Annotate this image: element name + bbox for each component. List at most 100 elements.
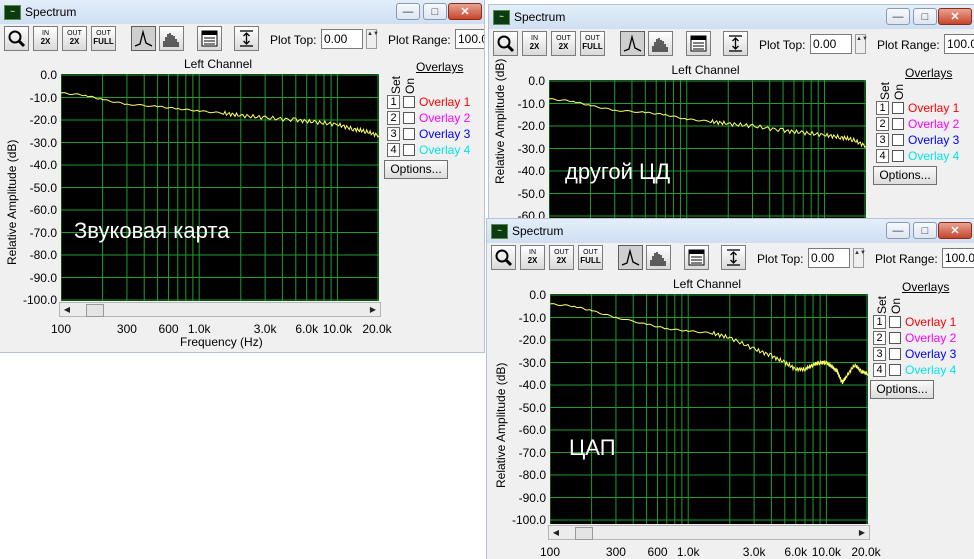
zoom-tool-button[interactable]	[491, 245, 516, 270]
overlay-on-checkbox[interactable]	[892, 134, 904, 146]
plot-range-input[interactable]	[944, 34, 974, 54]
line-plot-button[interactable]	[131, 26, 156, 51]
plot-top-spinner[interactable]: ▲▼	[853, 248, 866, 268]
scroll-left-arrow-icon[interactable]: ◀	[60, 303, 74, 316]
plot-top-spinner[interactable]: ▲▼	[366, 29, 379, 49]
overlay-on-checkbox[interactable]	[403, 144, 415, 156]
autoscale-button[interactable]	[721, 245, 746, 270]
y-tick-label: -20.0	[518, 333, 546, 347]
overlay-set-button[interactable]: 4	[873, 363, 886, 377]
spectrum-plot-area[interactable]	[550, 294, 868, 524]
overlay-set-button[interactable]: 2	[873, 331, 886, 345]
close-button[interactable]: ✕	[938, 8, 972, 25]
options-button[interactable]: Options...	[870, 380, 934, 399]
bar-plot-button[interactable]	[646, 245, 671, 270]
data-view-button[interactable]	[197, 26, 222, 51]
title-bar[interactable]: ~ Spectrum — □ ✕	[487, 219, 974, 243]
overlay-set-button[interactable]: 1	[876, 101, 889, 115]
autoscale-button[interactable]	[234, 26, 259, 51]
overlay-on-checkbox[interactable]	[889, 348, 901, 360]
zoom-out-2x-button[interactable]: OUT 2X	[551, 31, 576, 56]
overlay-set-button[interactable]: 3	[876, 133, 889, 147]
overlay-on-checkbox[interactable]	[892, 102, 904, 114]
horizontal-scrollbar[interactable]: ◀ ▶	[548, 525, 870, 540]
scroll-thumb[interactable]	[575, 527, 593, 540]
overlay-set-button[interactable]: 2	[387, 111, 400, 125]
overlay-on-checkbox[interactable]	[889, 316, 901, 328]
set-column-label: Set	[389, 75, 403, 94]
overlay-set-button[interactable]: 3	[873, 347, 886, 361]
overlay-label: Overlay 3	[419, 127, 471, 141]
zoom-out-2x-button[interactable]: OUT 2X	[549, 245, 574, 270]
plot-range-label: Plot Range:	[877, 38, 940, 52]
overlay-on-checkbox[interactable]	[403, 96, 415, 108]
overlay-on-checkbox[interactable]	[889, 364, 901, 376]
data-view-button[interactable]	[686, 31, 711, 56]
scroll-left-arrow-icon[interactable]: ◀	[549, 526, 563, 539]
zoom-in-2x-button[interactable]: IN 2X	[33, 26, 58, 51]
maximize-button[interactable]: □	[913, 8, 937, 25]
overlay-set-button[interactable]: 3	[387, 127, 400, 141]
y-tick-label: -100.0	[511, 513, 546, 527]
horizontal-scrollbar[interactable]: ◀ ▶	[59, 302, 381, 317]
maximize-button[interactable]: □	[423, 3, 447, 20]
spectrum-plot-area[interactable]	[549, 80, 866, 220]
overlay-on-checkbox[interactable]	[403, 128, 415, 140]
zoom-out-full-button[interactable]: OUT FULL	[91, 26, 116, 51]
overlay-on-checkbox[interactable]	[892, 118, 904, 130]
maximize-button[interactable]: □	[913, 222, 937, 239]
overlay-set-button[interactable]: 1	[873, 315, 886, 329]
overlay-label: Overlay 4	[419, 143, 471, 157]
plot-top-input[interactable]	[808, 248, 850, 268]
y-tick-label: -30.0	[29, 135, 57, 150]
plot-top-spinner[interactable]: ▲▼	[855, 34, 868, 54]
overlay-label: Overlay 1	[908, 101, 960, 115]
line-plot-button[interactable]	[620, 31, 645, 56]
overlay-set-button[interactable]: 2	[876, 117, 889, 131]
y-tick-label: -70.0	[518, 445, 546, 460]
zoom-label-bottom: 2X	[529, 42, 540, 51]
spectrum-app-icon: ~	[4, 5, 21, 20]
title-bar[interactable]: ~ Spectrum — □ ✕	[0, 0, 484, 24]
options-button[interactable]: Options...	[384, 160, 448, 179]
bar-plot-button[interactable]	[159, 26, 184, 51]
window-caption: Звуковая карта	[74, 218, 230, 243]
overlay-set-button[interactable]: 1	[387, 95, 400, 109]
x-tick-label: 300	[116, 322, 137, 336]
autoscale-button[interactable]	[723, 31, 748, 56]
data-view-button[interactable]	[684, 245, 709, 270]
line-plot-button[interactable]	[618, 245, 643, 270]
zoom-tool-button[interactable]	[4, 26, 29, 51]
scroll-right-arrow-icon[interactable]: ▶	[855, 526, 869, 539]
overlay-on-checkbox[interactable]	[892, 150, 904, 162]
plot-top-input[interactable]	[810, 34, 852, 54]
overlay-set-button[interactable]: 4	[387, 143, 400, 157]
y-tick-label: -10.0	[517, 96, 545, 111]
bar-plot-button[interactable]	[648, 31, 673, 56]
options-button[interactable]: Options...	[873, 166, 937, 185]
zoom-out-full-button[interactable]: OUT FULL	[578, 245, 603, 270]
y-tick-label: -90.0	[518, 490, 546, 505]
minimize-button[interactable]: —	[886, 8, 910, 25]
close-button[interactable]: ✕	[938, 222, 972, 239]
zoom-out-2x-button[interactable]: OUT 2X	[62, 26, 87, 51]
zoom-in-2x-button[interactable]: IN 2X	[522, 31, 547, 56]
close-button[interactable]: ✕	[448, 3, 482, 20]
plot-range-input[interactable]	[942, 248, 974, 268]
title-bar[interactable]: ~ Spectrum — □ ✕	[489, 5, 974, 29]
plot-top-input[interactable]	[321, 29, 363, 49]
overlay-on-checkbox[interactable]	[889, 332, 901, 344]
zoom-out-full-button[interactable]: OUT FULL	[580, 31, 605, 56]
bar-plot-icon	[163, 33, 179, 47]
overlay-set-button[interactable]: 4	[876, 149, 889, 163]
plot-range-input[interactable]	[455, 29, 484, 49]
overlay-on-checkbox[interactable]	[403, 112, 415, 124]
minimize-button[interactable]: —	[396, 3, 420, 20]
window-caption: ЦАП	[569, 435, 616, 460]
minimize-button[interactable]: —	[886, 222, 910, 239]
spectrum-plot-area[interactable]	[61, 74, 379, 301]
scroll-thumb[interactable]	[86, 304, 104, 317]
scroll-right-arrow-icon[interactable]: ▶	[366, 303, 380, 316]
zoom-in-2x-button[interactable]: IN 2X	[520, 245, 545, 270]
zoom-tool-button[interactable]	[493, 31, 518, 56]
